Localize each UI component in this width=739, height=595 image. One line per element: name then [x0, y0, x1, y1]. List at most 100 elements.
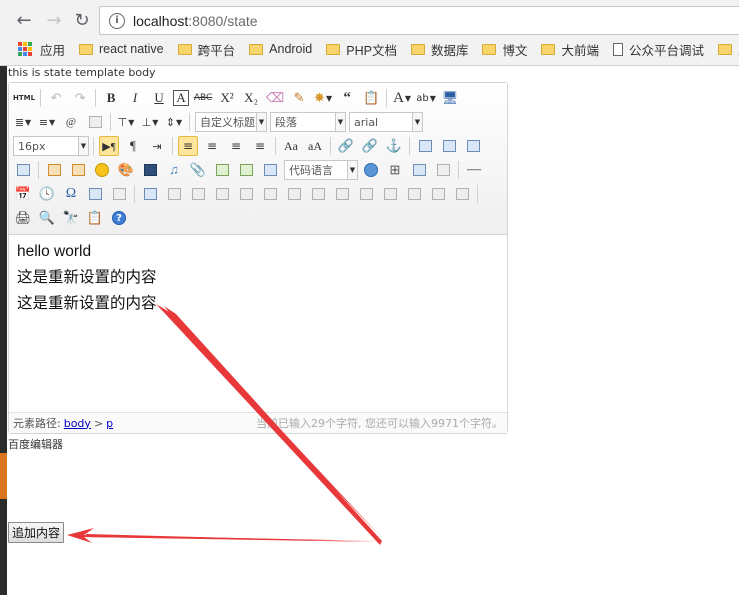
reload-icon[interactable]: ↻	[70, 8, 94, 32]
align-center-icon[interactable]: ≡	[202, 136, 222, 156]
bookmark-android[interactable]: Android	[249, 42, 320, 56]
time-icon[interactable]: 🕓	[37, 184, 57, 204]
bookmark-wechat-debug[interactable]: 公众平台调试	[613, 40, 712, 59]
font-border-icon[interactable]: A	[173, 90, 190, 106]
word-image-icon[interactable]	[109, 184, 129, 204]
print-icon[interactable]: 🖨	[13, 208, 33, 228]
element-path-p-link[interactable]: p	[106, 417, 113, 430]
format-brush-icon[interactable]: ✎	[289, 88, 309, 108]
bold-icon[interactable]: B	[101, 88, 121, 108]
strikethrough-icon[interactable]: ABC	[193, 88, 213, 108]
bookmark-apps[interactable]: 应用	[14, 40, 73, 59]
rtl-direction-icon[interactable]: ¶	[123, 136, 143, 156]
superscript-icon[interactable]: X²	[217, 88, 237, 108]
insert-frame-icon[interactable]	[260, 160, 280, 180]
custom-heading-select[interactable]: 自定义标题 ▼	[195, 112, 267, 132]
help-icon[interactable]: ?	[109, 208, 129, 228]
html-source-button[interactable]: HTML	[13, 88, 35, 108]
unlink-icon[interactable]: 🔗	[360, 136, 380, 156]
auto-format-icon[interactable]: ✸ ▼	[313, 88, 333, 108]
paste-plain-icon[interactable]: 📋	[361, 88, 381, 108]
image-left-icon[interactable]	[439, 136, 459, 156]
eraser-icon[interactable]: ⌫	[265, 88, 285, 108]
bookmark-tools[interactable]: 工	[718, 40, 739, 59]
delete-row-icon[interactable]	[236, 184, 256, 204]
merge-cells-icon[interactable]	[308, 184, 328, 204]
address-bar[interactable]: i localhost:8080/state	[99, 6, 739, 35]
bookmark-php-docs[interactable]: PHP文档	[326, 40, 405, 59]
code-language-select[interactable]: 代码语言 ▼	[284, 160, 358, 180]
webapp-icon[interactable]	[361, 160, 381, 180]
content-paragraph[interactable]: hello world	[17, 242, 499, 262]
ltr-direction-icon[interactable]: ▶¶	[99, 136, 119, 156]
gmap-icon[interactable]	[236, 160, 256, 180]
special-chars-icon[interactable]: Ω	[61, 184, 81, 204]
ordered-list-icon[interactable]: ≣ ▼	[13, 112, 33, 132]
back-arrow-icon[interactable]: ←	[12, 8, 36, 32]
align-right-icon[interactable]: ≡	[226, 136, 246, 156]
font-size-select[interactable]: 16px ▼	[13, 136, 89, 156]
subscript-icon[interactable]: X₂	[241, 88, 261, 108]
horizontal-rule-icon[interactable]: —	[464, 160, 484, 180]
page-break-icon[interactable]: ⊞	[385, 160, 405, 180]
music-icon[interactable]: ♫	[164, 160, 184, 180]
highlight-color-icon[interactable]: ab ▼	[416, 88, 436, 108]
paragraph-format-select[interactable]: 段落 ▼	[270, 112, 346, 132]
append-content-button[interactable]: 追加内容	[8, 522, 65, 543]
bookmark-cross-platform[interactable]: 跨平台	[177, 40, 244, 59]
bookmark-blog[interactable]: 博文	[482, 40, 535, 59]
bookmark-frontend[interactable]: 大前端	[541, 40, 607, 59]
simple-upload-icon[interactable]	[44, 160, 64, 180]
redo-icon[interactable]: ↷	[70, 88, 90, 108]
row-spacing-top-icon[interactable]: ⊤ ▼	[116, 112, 136, 132]
undo-icon[interactable]: ↶	[46, 88, 66, 108]
insert-paragraph-before-table-icon[interactable]	[188, 184, 208, 204]
content-paragraph[interactable]: 这是重新设置的内容	[17, 294, 499, 314]
split-to-cells-icon[interactable]	[380, 184, 400, 204]
editor-content-area[interactable]: hello world 这是重新设置的内容 这是重新设置的内容	[9, 236, 507, 412]
image-center-icon[interactable]	[13, 160, 33, 180]
line-height-icon[interactable]: ⇕ ▼	[164, 112, 184, 132]
scrawl-icon[interactable]: 🎨	[116, 160, 136, 180]
image-right-icon[interactable]	[463, 136, 483, 156]
merge-right-icon[interactable]	[332, 184, 352, 204]
search-replace-icon[interactable]: 🔭	[61, 208, 81, 228]
image-none-icon[interactable]	[415, 136, 435, 156]
charts-icon[interactable]	[452, 184, 472, 204]
split-to-rows-icon[interactable]	[404, 184, 424, 204]
delete-col-icon[interactable]	[284, 184, 304, 204]
blockquote-icon[interactable]: “	[337, 88, 357, 108]
map-icon[interactable]	[212, 160, 232, 180]
select-all-icon[interactable]: @	[61, 112, 81, 132]
indent-icon[interactable]: ⇥	[147, 136, 167, 156]
anchor-icon[interactable]: ⚓	[384, 136, 404, 156]
align-justify-icon[interactable]: ≡	[250, 136, 270, 156]
unordered-list-icon[interactable]: ≡ ▼	[37, 112, 57, 132]
font-color-icon[interactable]: A ▼	[392, 88, 412, 108]
merge-down-icon[interactable]	[356, 184, 376, 204]
clear-doc-icon[interactable]	[85, 112, 105, 132]
insert-video-icon[interactable]	[140, 160, 160, 180]
snapscreen-icon[interactable]	[85, 184, 105, 204]
font-family-select[interactable]: arial ▼	[349, 112, 423, 132]
attachment-icon[interactable]: 📎	[188, 160, 208, 180]
forward-arrow-icon[interactable]: →	[42, 8, 66, 32]
insert-col-icon[interactable]	[260, 184, 280, 204]
italic-icon[interactable]: I	[125, 88, 145, 108]
bookmark-react-native[interactable]: react native	[79, 42, 172, 56]
date-icon[interactable]: 📅	[13, 184, 33, 204]
background-icon[interactable]	[433, 160, 453, 180]
row-spacing-bottom-icon[interactable]: ⊥ ▼	[140, 112, 160, 132]
drafts-icon[interactable]: 📋	[85, 208, 105, 228]
delete-table-icon[interactable]	[164, 184, 184, 204]
insert-image-icon[interactable]	[68, 160, 88, 180]
insert-table-icon[interactable]	[140, 184, 160, 204]
link-icon[interactable]: 🔗	[336, 136, 356, 156]
content-paragraph[interactable]: 这是重新设置的内容	[17, 268, 499, 288]
emotion-icon[interactable]	[92, 160, 112, 180]
lowercase-icon[interactable]: aA	[305, 136, 325, 156]
insert-row-icon[interactable]	[212, 184, 232, 204]
bookmark-database[interactable]: 数据库	[410, 40, 477, 59]
uppercase-icon[interactable]: Aa	[281, 136, 301, 156]
info-icon[interactable]: i	[109, 12, 125, 29]
